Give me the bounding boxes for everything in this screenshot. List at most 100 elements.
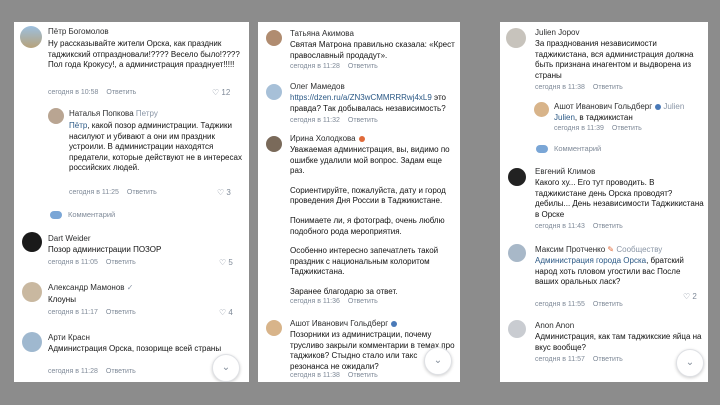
comment-meta: сегодня в 11:43 Ответить bbox=[535, 222, 623, 231]
comment-link[interactable]: https://dzen.ru/a/ZN3wCMMRRRwj4xL9 bbox=[290, 93, 432, 102]
like-count: 12 bbox=[221, 88, 231, 97]
comment-author[interactable]: Пётр Богомолов bbox=[48, 27, 109, 37]
comment-author[interactable]: Арти Красн bbox=[48, 333, 90, 343]
comment-author[interactable]: Dart Weider bbox=[48, 234, 91, 244]
scroll-down-button[interactable]: ⌄ bbox=[424, 347, 452, 375]
comment-paragraph: Особенно интересно запечатлеть такой пра… bbox=[290, 246, 439, 277]
comment-text: Ну рассказывайте жители Орска, как празд… bbox=[48, 39, 240, 70]
like-button[interactable]: ♡ 2 bbox=[683, 292, 697, 301]
reply-to[interactable]: Петру bbox=[136, 109, 158, 118]
avatars-icon bbox=[536, 145, 548, 154]
screenshot-frame: Пётр Богомолов Ну рассказывайте жители О… bbox=[0, 0, 720, 405]
avatar[interactable] bbox=[266, 320, 282, 336]
comment-author[interactable]: Julien Jopov bbox=[535, 28, 579, 38]
reply-button[interactable]: Ответить bbox=[348, 63, 378, 70]
reply-button[interactable]: Ответить bbox=[593, 84, 623, 91]
reply-to[interactable]: Julien bbox=[663, 102, 684, 111]
like-count: 3 bbox=[226, 188, 231, 197]
comment-author[interactable]: Ашот Иванович Гольдберг bbox=[290, 319, 398, 329]
comment-time: сегодня в 11:28 bbox=[290, 63, 340, 70]
avatar[interactable] bbox=[508, 168, 526, 186]
comment-time: сегодня в 10:58 bbox=[48, 89, 99, 96]
scroll-down-button[interactable]: ⌄ bbox=[676, 349, 704, 377]
author-name[interactable]: Александр Мамонов bbox=[48, 283, 125, 292]
reply-button[interactable]: Ответить bbox=[593, 356, 623, 363]
badge-icon bbox=[391, 320, 398, 327]
comment-author[interactable]: Александр Мамонов ✓ bbox=[48, 283, 133, 293]
reply-button[interactable]: Ответить bbox=[106, 259, 136, 266]
avatar[interactable] bbox=[22, 232, 42, 252]
heart-icon: ♡ bbox=[217, 188, 225, 197]
chevron-down-icon: ⌄ bbox=[433, 355, 443, 366]
like-button[interactable]: ♡ 4 bbox=[219, 308, 233, 317]
avatar[interactable] bbox=[20, 26, 42, 48]
comment-paragraph: Уважаемая администрация, вы, видимо по о… bbox=[290, 145, 450, 176]
reply-button[interactable]: Ответить bbox=[593, 301, 623, 308]
show-more-comments[interactable]: Комментарий bbox=[536, 144, 601, 154]
badge-icon bbox=[655, 103, 662, 110]
comment-text: Позор администрации ПОЗОР bbox=[48, 245, 162, 254]
avatar[interactable] bbox=[534, 102, 549, 117]
heart-icon: ♡ bbox=[219, 308, 227, 317]
reply-button[interactable]: Ответить bbox=[106, 368, 136, 375]
comment-meta: сегодня в 11:36 Ответить bbox=[290, 297, 378, 306]
comment-text: Клоуны bbox=[48, 295, 76, 304]
reply-button[interactable]: Ответить bbox=[348, 372, 378, 379]
author-name[interactable]: Максим Протченко bbox=[535, 245, 605, 254]
reply-to: Сообществу bbox=[616, 245, 663, 254]
avatar[interactable] bbox=[508, 244, 526, 262]
comment-author[interactable]: Ашот Иванович Гольдберг Julien bbox=[554, 102, 684, 112]
comment-author[interactable]: Олег Мамедов bbox=[290, 82, 345, 92]
comment-author[interactable]: Наталья Попкова Петру bbox=[69, 109, 158, 119]
comment-meta: сегодня в 11:38 Ответить bbox=[290, 371, 378, 380]
author-name[interactable]: Ашот Иванович Гольдберг bbox=[290, 319, 388, 328]
comment-time: сегодня в 11:25 bbox=[69, 189, 119, 196]
avatar[interactable] bbox=[508, 320, 526, 338]
comments-panel-left[interactable]: Пётр Богомолов Ну рассказывайте жители О… bbox=[14, 22, 249, 382]
like-button[interactable]: ♡ 12 bbox=[212, 88, 230, 97]
comment-author[interactable]: Максим Протченко ✎ Сообществу bbox=[535, 245, 662, 255]
comment-author[interactable]: Anon Anon bbox=[535, 321, 574, 331]
comment-author[interactable]: Евгений Климов bbox=[535, 167, 595, 177]
author-name[interactable]: Ашот Иванович Гольдберг bbox=[554, 102, 652, 111]
reply-button[interactable]: Ответить bbox=[106, 309, 136, 316]
like-button[interactable]: ♡ 3 bbox=[217, 188, 231, 197]
chevron-down-icon: ⌄ bbox=[221, 362, 231, 373]
comment-text: Администрация, как там таджикские яйца н… bbox=[535, 332, 702, 352]
avatar[interactable] bbox=[506, 28, 526, 48]
mention-link[interactable]: Пётр bbox=[69, 121, 87, 130]
comment-text: Пётр, какой позор администрации. Таджики… bbox=[69, 121, 244, 174]
avatar[interactable] bbox=[266, 30, 282, 46]
like-button[interactable]: ♡ 5 bbox=[219, 258, 233, 267]
reply-button[interactable]: Ответить bbox=[348, 298, 378, 305]
comment-time: сегодня в 11:32 bbox=[290, 117, 340, 124]
comments-panel-middle[interactable]: Татьяна Акимова Святая Матрона правильно… bbox=[258, 22, 460, 382]
comment-body: , какой позор администрации. Таджики нас… bbox=[69, 121, 242, 173]
reply-button[interactable]: Ответить bbox=[612, 125, 642, 132]
comments-panel-right[interactable]: Julien Jopov За празднования независимос… bbox=[500, 22, 708, 382]
avatar[interactable] bbox=[22, 332, 42, 352]
like-count: 4 bbox=[228, 308, 233, 317]
reply-button[interactable]: Ответить bbox=[106, 89, 136, 96]
comment-meta: сегодня в 11:05 Ответить bbox=[48, 258, 136, 267]
comment-time: сегодня в 11:43 bbox=[535, 223, 585, 230]
avatar[interactable] bbox=[266, 84, 282, 100]
reply-button[interactable]: Ответить bbox=[127, 189, 157, 196]
comment-author[interactable]: Татьяна Акимова bbox=[290, 29, 354, 39]
comment-author[interactable]: Ирина Холодкова bbox=[290, 134, 365, 144]
comment-meta: сегодня в 11:39 Ответить bbox=[554, 124, 642, 133]
comment-body: , в таджикистан bbox=[574, 113, 633, 122]
author-name[interactable]: Наталья Попкова bbox=[69, 109, 134, 118]
reply-button[interactable]: Ответить bbox=[593, 223, 623, 230]
scroll-down-button[interactable]: ⌄ bbox=[212, 354, 240, 382]
mention-link[interactable]: Julien bbox=[554, 113, 575, 122]
avatar[interactable] bbox=[48, 108, 64, 124]
author-name[interactable]: Ирина Холодкова bbox=[290, 134, 356, 143]
avatar[interactable] bbox=[22, 282, 42, 302]
reply-button[interactable]: Ответить bbox=[348, 117, 378, 124]
mention-link[interactable]: Администрация города Орска bbox=[535, 256, 646, 265]
show-more-label: Комментарий bbox=[68, 210, 116, 219]
avatar[interactable] bbox=[266, 136, 282, 152]
comment-paragraph: Понимаете ли, я фотограф, очень люблю по… bbox=[290, 215, 445, 236]
show-more-comments[interactable]: Комментарий bbox=[50, 210, 116, 220]
